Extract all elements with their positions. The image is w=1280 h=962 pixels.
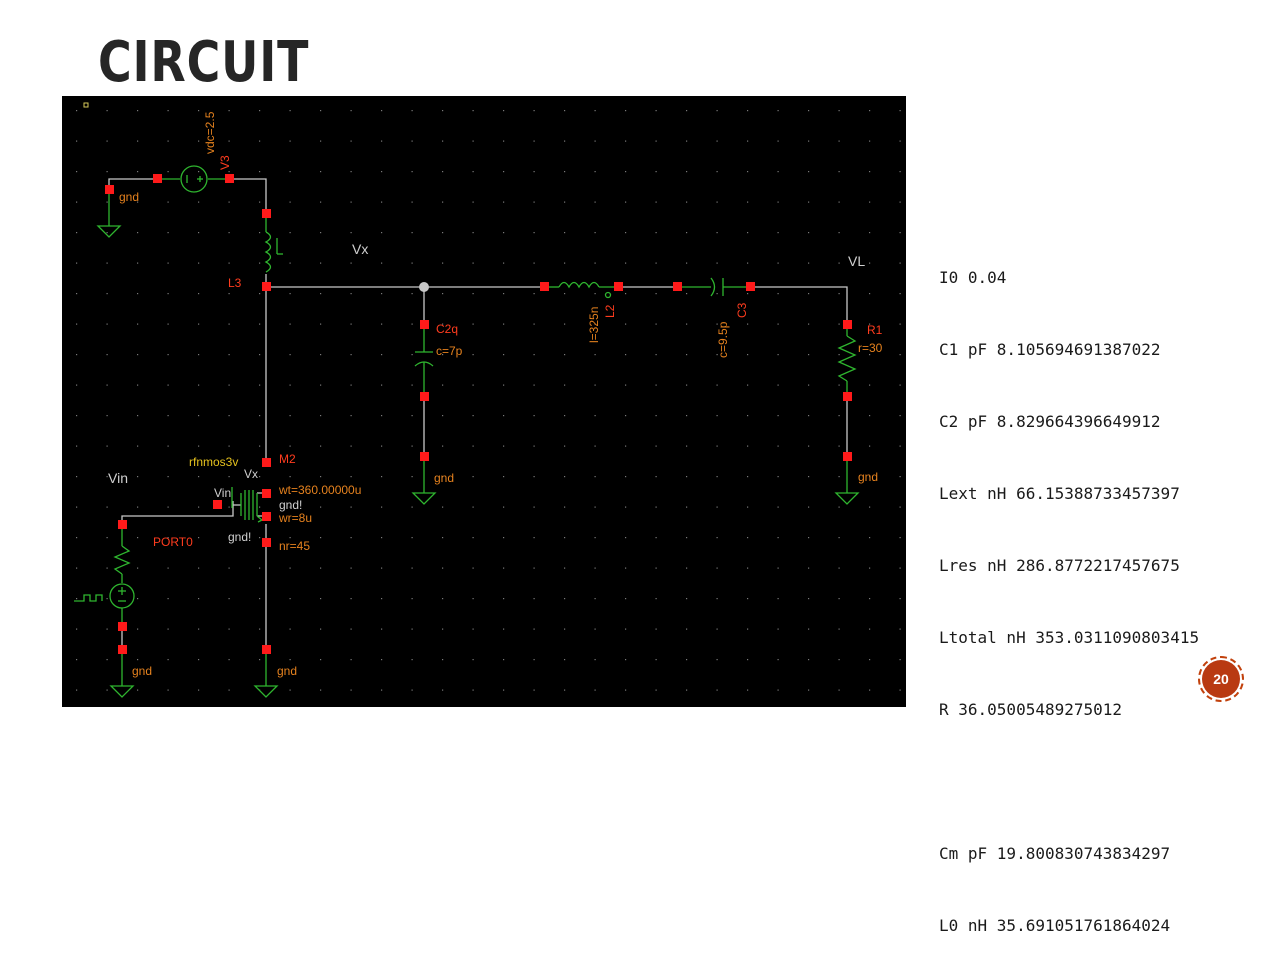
c2q-value-label: c=7p (436, 344, 463, 358)
m2-bulk-label: gnd! (279, 498, 302, 512)
parameter-line (939, 770, 1199, 794)
gnd-label: gnd (858, 470, 878, 484)
gnd-label: gnd (132, 664, 152, 678)
m2-width-label: wt=360.00000u (278, 483, 361, 497)
v3-param-label: vdc=2.5 (203, 111, 217, 154)
parameter-line: L0 nH 35.691051761864024 (939, 916, 1171, 935)
c3-name-label: C3 (735, 302, 749, 318)
m2-nr-label: nr=45 (279, 539, 310, 553)
v3-name-label: V3 (218, 155, 232, 170)
gnd-label: gnd (119, 190, 139, 204)
m2-wr-label: wr=8u (278, 511, 312, 525)
parameter-line: Ltotal nH 353.0311090803415 (939, 628, 1200, 647)
page-number: 20 (1202, 660, 1240, 698)
parameter-line: C1 pF 8.105694691387022 (939, 340, 1161, 359)
grid-dots (62, 96, 906, 707)
l2-value-label: l=325n (587, 307, 601, 343)
l3-name-label: L3 (228, 276, 242, 290)
m2-gate-label: Vin (214, 486, 231, 500)
vx-net-label: Vx (352, 241, 368, 257)
r1-name-label: R1 (867, 323, 883, 337)
parameter-line: I0 0.04 (939, 268, 1007, 287)
r1-value-label: r=30 (858, 341, 883, 355)
parameter-line: Lext nH 66.15388733457397 (939, 484, 1180, 503)
vl-net-label: VL (848, 253, 865, 269)
c2q-name-label: C2q (436, 322, 458, 336)
schematic-canvas[interactable]: vdc=2.5 V3 gnd L3 Vx VL C2q c=7p gnd l=3… (62, 96, 906, 707)
parameter-line: Cm pF 19.800830743834297 (939, 844, 1171, 863)
parameter-line: Lres nH 286.8772217457675 (939, 556, 1180, 575)
gnd-label: gnd (277, 664, 297, 678)
parameter-line: C2 pF 8.829664396649912 (939, 412, 1161, 431)
page-number-badge: 20 (1198, 656, 1244, 702)
slide-title: CIRCUIT (98, 30, 310, 95)
gnd-label: gnd (434, 471, 454, 485)
m2-drain-label: Vx (244, 467, 258, 481)
vin-net-label: Vin (108, 470, 128, 486)
l2-name-label: L2 (603, 304, 617, 318)
vx-junction-dot (419, 282, 429, 292)
m2-model-label: rfnmos3v (189, 455, 238, 469)
c3-value-label: c=9.5p (716, 321, 730, 358)
parameter-list: I0 0.04 C1 pF 8.105694691387022 C2 pF 8.… (939, 218, 1199, 962)
schematic-drawing: vdc=2.5 V3 gnd L3 Vx VL C2q c=7p gnd l=3… (62, 96, 906, 707)
port-name-label: PORT0 (153, 535, 193, 549)
m2-name-label: M2 (279, 452, 296, 466)
m2-source-label: gnd! (228, 530, 251, 544)
parameter-line: R 36.05005489275012 (939, 700, 1123, 719)
